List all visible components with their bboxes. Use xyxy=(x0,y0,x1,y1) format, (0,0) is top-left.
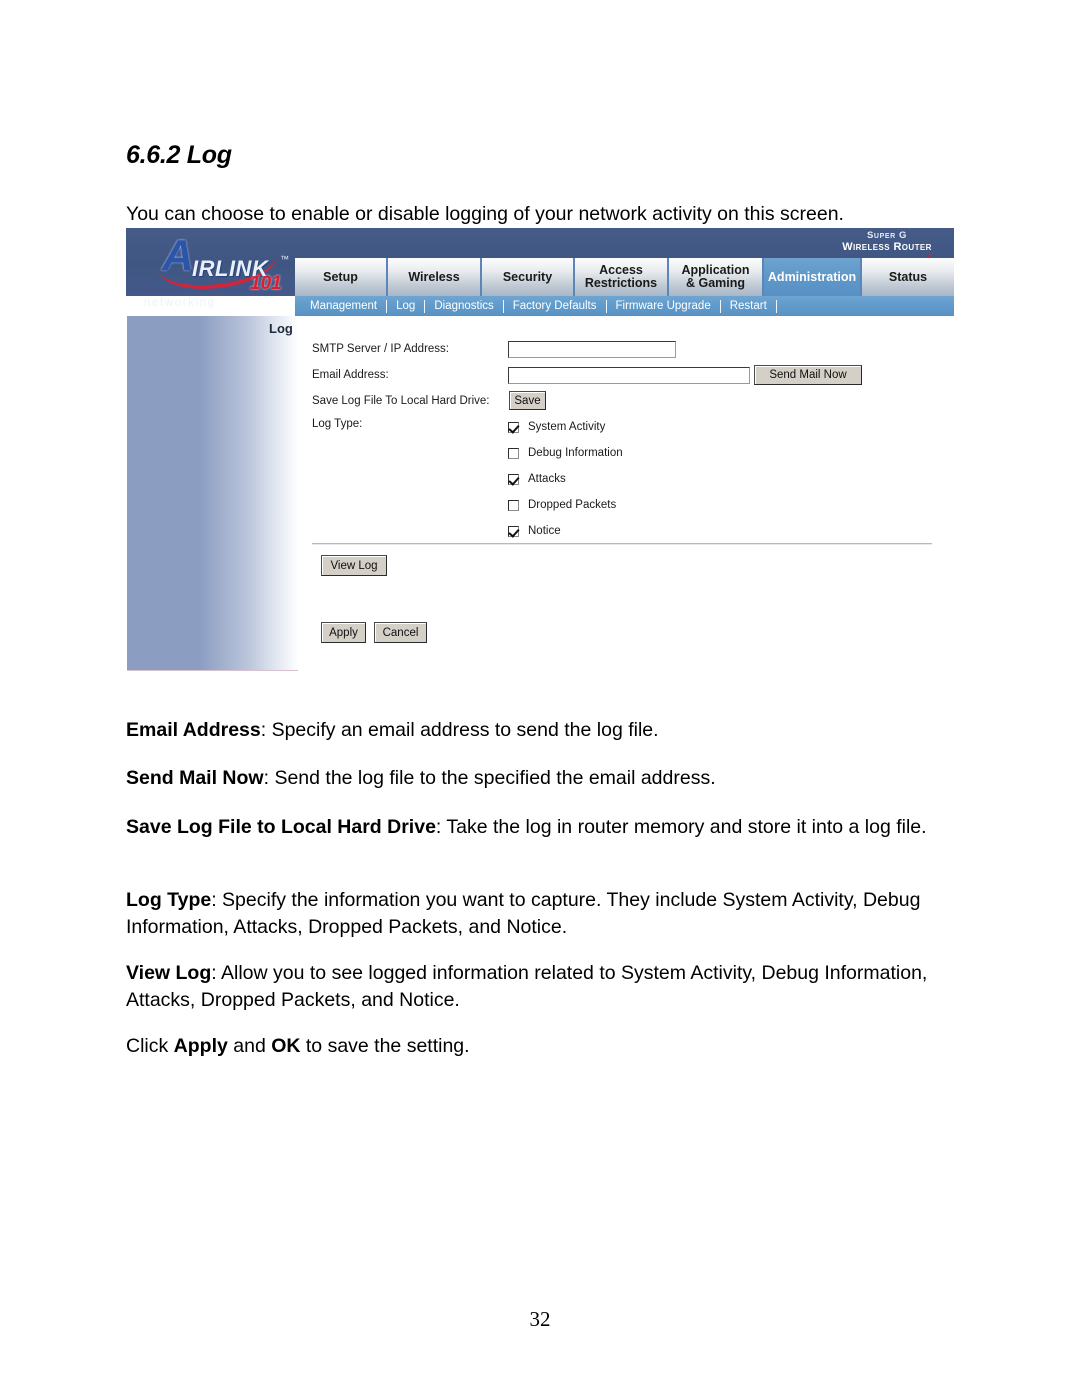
checkbox-dropped-packets[interactable] xyxy=(508,499,519,511)
logo-letter-a: A xyxy=(162,231,194,280)
checkbox-label-system-activity: System Activity xyxy=(528,421,606,433)
intro-paragraph: You can choose to enable or disable logg… xyxy=(126,202,844,225)
log-type-checkbox-group: System Activity Debug Information Attack… xyxy=(508,414,623,544)
term-log-type: Log Type xyxy=(126,888,212,911)
text-save-log-file: : Take the log in router memory and stor… xyxy=(435,815,927,838)
closing-apply: Apply xyxy=(173,1034,228,1057)
main-tab-bar: Setup Wireless Security Access Restricti… xyxy=(295,258,954,296)
checkbox-row-system-activity[interactable]: System Activity xyxy=(508,414,623,440)
email-label: Email Address: xyxy=(312,369,389,381)
subtab-separator xyxy=(424,299,426,313)
paragraph-view-log: View Log: Allow you to see logged inform… xyxy=(126,960,954,1014)
term-view-log: View Log xyxy=(126,961,212,984)
smtp-row: SMTP Server / IP Address: xyxy=(312,340,932,366)
cancel-button[interactable]: Cancel xyxy=(374,622,427,643)
save-button[interactable]: Save xyxy=(509,391,546,410)
checkbox-system-activity[interactable] xyxy=(508,421,519,433)
send-mail-now-button[interactable]: Send Mail Now xyxy=(754,365,862,385)
smtp-input[interactable] xyxy=(508,341,676,358)
checkbox-attacks[interactable] xyxy=(508,473,519,485)
apply-button[interactable]: Apply xyxy=(321,622,366,643)
subtab-separator xyxy=(775,299,777,313)
logo-trademark-icon: ™ xyxy=(280,254,289,264)
text-email-address: : Specify an email address to send the l… xyxy=(260,718,659,741)
subtab-restart[interactable]: Restart xyxy=(721,300,776,312)
checkbox-label-debug-information: Debug Information xyxy=(528,447,623,459)
tab-security[interactable]: Security xyxy=(482,258,575,296)
logo-tagline: networkingsolutions xyxy=(144,297,281,309)
sidebar-bottom-rule xyxy=(127,670,298,671)
super-g-line1: Super G xyxy=(866,230,907,241)
subtab-diagnostics[interactable]: Diagnostics xyxy=(425,300,502,312)
email-row: Email Address: Send Mail Now xyxy=(312,365,932,392)
tagline-light: networking xyxy=(144,297,216,309)
subtab-separator xyxy=(386,299,388,313)
subtab-separator xyxy=(605,299,607,313)
checkbox-label-notice: Notice xyxy=(528,525,561,537)
sub-tab-bar: Management Log Diagnostics Factory Defau… xyxy=(295,296,954,316)
router-header-bar: A IRLINK ™ 101 networkingsolutions Super… xyxy=(126,228,954,316)
closing-ok: OK xyxy=(271,1034,301,1057)
paragraph-send-mail-now: Send Mail Now: Send the log file to the … xyxy=(126,765,954,792)
paragraph-log-type: Log Type: Specify the information you wa… xyxy=(126,887,954,941)
log-type-label: Log Type: xyxy=(312,418,363,430)
page-title: 6.6.2 Log xyxy=(126,140,232,169)
tagline-bold: solutions xyxy=(215,297,282,309)
checkbox-notice[interactable] xyxy=(508,525,519,537)
router-content-area: Log SMTP Server / IP Address: Email Addr… xyxy=(126,316,954,671)
save-log-label: Save Log File To Local Hard Drive: xyxy=(312,395,490,407)
text-send-mail-now: : Send the log file to the specified the… xyxy=(263,766,716,789)
text-log-type: : Specify the information you want to ca… xyxy=(126,888,921,938)
panel-title: Log xyxy=(269,321,293,336)
airlink-logo: A IRLINK ™ 101 networkingsolutions xyxy=(140,232,305,316)
closing-post: to save the setting. xyxy=(300,1034,470,1057)
tab-administration[interactable]: Administration xyxy=(764,258,862,296)
page-number: 32 xyxy=(529,1307,551,1331)
tab-application-gaming[interactable]: Application & Gaming xyxy=(669,258,764,296)
checkbox-label-attacks: Attacks xyxy=(528,473,566,485)
form-divider xyxy=(312,543,932,545)
checkbox-row-debug-information[interactable]: Debug Information xyxy=(508,440,623,466)
paragraph-closing: Click Apply and OK to save the setting. xyxy=(126,1033,954,1060)
subtab-firmware-upgrade[interactable]: Firmware Upgrade xyxy=(607,300,720,312)
text-view-log: : Allow you to see logged information re… xyxy=(126,961,928,1011)
checkbox-label-dropped-packets: Dropped Packets xyxy=(528,499,617,511)
subtab-separator xyxy=(502,299,504,313)
term-save-log-file: Save Log File to Local Hard Drive xyxy=(126,815,436,838)
router-admin-screenshot: A IRLINK ™ 101 networkingsolutions Super… xyxy=(126,228,954,671)
closing-mid: and xyxy=(227,1034,272,1057)
closing-pre: Click xyxy=(126,1034,174,1057)
tab-status[interactable]: Status xyxy=(862,258,954,296)
paragraph-email-address: Email Address: Specify an email address … xyxy=(126,717,954,744)
document-page: 6.6.2 Log You can choose to enable or di… xyxy=(0,0,1080,1397)
log-settings-form: SMTP Server / IP Address: Email Address:… xyxy=(312,340,932,643)
sidebar-gradient-panel xyxy=(127,316,298,670)
smtp-label: SMTP Server / IP Address: xyxy=(312,343,449,355)
term-send-mail-now: Send Mail Now xyxy=(126,766,264,789)
subtab-management[interactable]: Management xyxy=(301,300,386,312)
subtab-separator xyxy=(719,299,721,313)
term-email-address: Email Address xyxy=(126,718,261,741)
tab-wireless[interactable]: Wireless xyxy=(388,258,482,296)
tab-access-restrictions[interactable]: Access Restrictions xyxy=(575,258,669,296)
view-log-button[interactable]: View Log xyxy=(321,555,387,576)
paragraph-save-log-file: Save Log File to Local Hard Drive: Take … xyxy=(126,814,954,841)
email-input[interactable] xyxy=(508,367,750,384)
checkbox-row-notice[interactable]: Notice xyxy=(508,518,623,544)
subtab-factory-defaults[interactable]: Factory Defaults xyxy=(504,300,606,312)
logo-model-number: 101 xyxy=(250,273,282,294)
checkbox-row-dropped-packets[interactable]: Dropped Packets xyxy=(508,492,623,518)
checkbox-debug-information[interactable] xyxy=(508,447,519,459)
subtab-log[interactable]: Log xyxy=(387,300,424,312)
checkbox-row-attacks[interactable]: Attacks xyxy=(508,466,623,492)
tab-setup[interactable]: Setup xyxy=(295,258,388,296)
